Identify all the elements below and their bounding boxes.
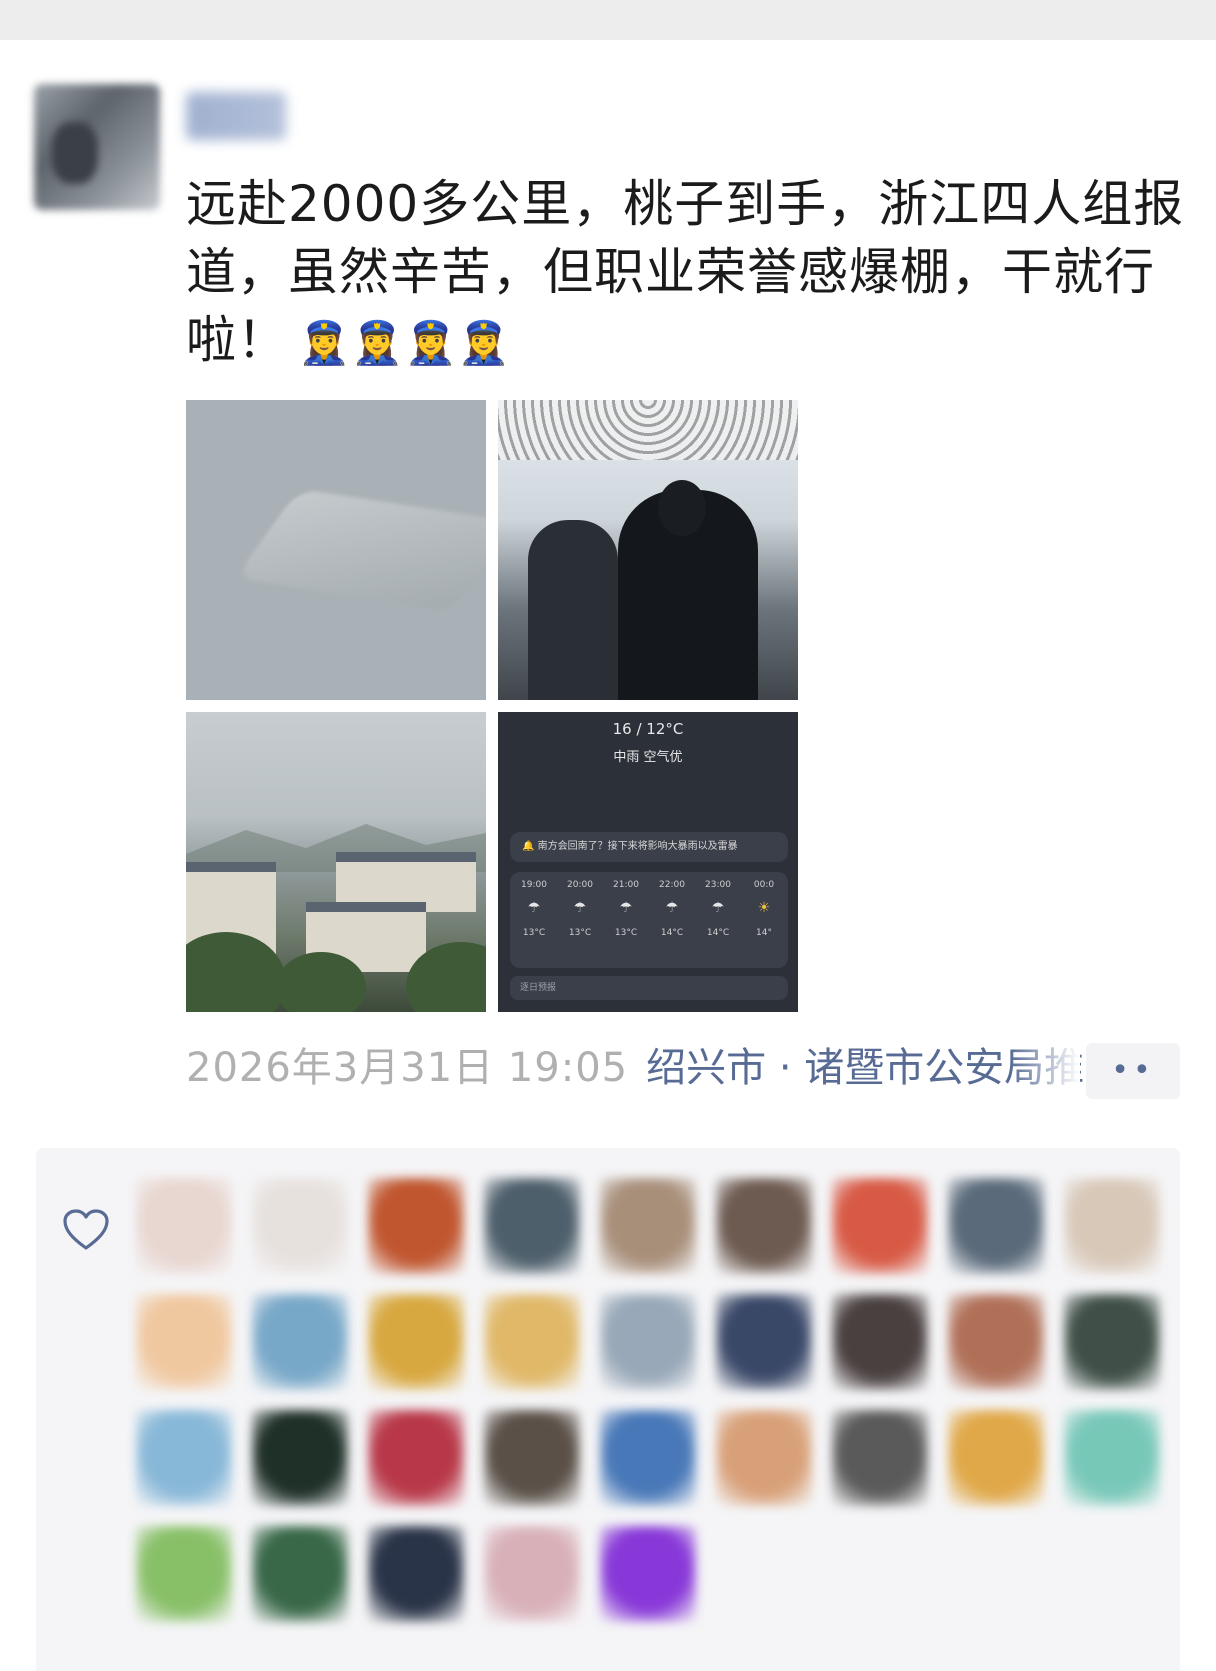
photo-weather-screenshot[interactable]: 16 / 12°C 中雨 空气优 🔔 南方会回南了？接下来将影响大暴雨以及雷暴 … <box>498 712 798 1012</box>
liker-avatar[interactable] <box>948 1178 1044 1274</box>
liker-avatar[interactable] <box>368 1410 464 1506</box>
weather-alert-text: 南方会回南了？接下来将影响大暴雨以及雷暴 <box>537 841 738 852</box>
more-actions-button[interactable]: •• <box>1086 1043 1180 1099</box>
liker-avatar[interactable] <box>484 1294 580 1390</box>
hour-time: 22:00 <box>659 880 685 890</box>
hour-temp: 14°C <box>660 928 684 938</box>
photo-airport-terminal[interactable] <box>498 400 798 700</box>
liker-avatar[interactable] <box>600 1178 696 1274</box>
photo-rainy-town[interactable] <box>186 712 486 1012</box>
liker-avatar[interactable] <box>1064 1294 1160 1390</box>
cloud-rain-icon: ☂ <box>711 900 725 916</box>
hourly-forecast: 19:00 ☂ 13°C 20:00 ☂ 13°C 21:00 ☂ 13°C 2… <box>510 872 788 968</box>
hour-temp: 13°C <box>614 928 638 938</box>
hour-forecast: 22:00 ☂ 14°C <box>652 880 692 938</box>
liker-avatar[interactable] <box>1064 1178 1160 1274</box>
terminal-ceiling-image <box>498 400 798 460</box>
liker-avatar[interactable] <box>136 1178 232 1274</box>
liker-avatar[interactable] <box>832 1178 928 1274</box>
liker-avatar[interactable] <box>600 1410 696 1506</box>
liker-avatar[interactable] <box>716 1178 812 1274</box>
liker-avatar[interactable] <box>136 1410 232 1506</box>
sun-cloud-icon: ☀ <box>757 900 771 916</box>
police-officer-emoji-icon: 👮‍♀️👮‍♀️👮‍♀️👮‍♀️ <box>298 318 512 367</box>
liker-avatar[interactable] <box>600 1294 696 1390</box>
hour-forecast: 00:0 ☀ 14° <box>744 880 784 938</box>
hour-temp: 13°C <box>522 928 546 938</box>
hour-temp: 13°C <box>568 928 592 938</box>
liker-avatar[interactable] <box>484 1178 580 1274</box>
weather-alert: 🔔 南方会回南了？接下来将影响大暴雨以及雷暴 <box>510 832 788 862</box>
poster-avatar[interactable] <box>34 84 160 210</box>
hour-forecast: 19:00 ☂ 13°C <box>514 880 554 938</box>
liker-avatar[interactable] <box>252 1178 348 1274</box>
liker-avatar[interactable] <box>136 1294 232 1390</box>
liker-avatar[interactable] <box>1064 1410 1160 1506</box>
liker-avatar[interactable] <box>252 1526 348 1622</box>
liker-avatar[interactable] <box>484 1526 580 1622</box>
weather-condition: 中雨 空气优 <box>613 750 683 765</box>
liker-avatar[interactable] <box>484 1410 580 1506</box>
post-text: 远赴2000多公里，桃子到手，浙江四人组报道，虽然辛苦，但职业荣誉感爆棚，干就行… <box>186 170 1186 377</box>
liker-avatar[interactable] <box>368 1294 464 1390</box>
hour-time: 19:00 <box>521 880 547 890</box>
hour-temp: 14°C <box>706 928 730 938</box>
liker-avatar[interactable] <box>716 1294 812 1390</box>
liker-avatar[interactable] <box>948 1410 1044 1506</box>
liker-avatar[interactable] <box>136 1526 232 1622</box>
heart-icon <box>63 1209 109 1250</box>
hour-forecast: 21:00 ☂ 13°C <box>606 880 646 938</box>
traveler-head <box>658 480 706 536</box>
alert-icon: 🔔 <box>522 841 538 852</box>
plane-wing-image <box>234 488 486 612</box>
photo-plane-in-fog[interactable] <box>186 400 486 700</box>
liker-avatar[interactable] <box>368 1178 464 1274</box>
liker-avatar[interactable] <box>252 1294 348 1390</box>
cloud-rain-icon: ☂ <box>619 900 633 916</box>
cloud-rain-icon: ☂ <box>665 900 679 916</box>
photo-grid: 16 / 12°C 中雨 空气优 🔔 南方会回南了？接下来将影响大暴雨以及雷暴 … <box>186 400 798 1012</box>
hour-time: 00:0 <box>753 880 775 890</box>
cloud-rain-icon: ☂ <box>573 900 587 916</box>
weather-temperature: 16 / 12°C <box>612 720 684 738</box>
post-timestamp: 2026年3月31日 19:05 <box>186 1045 629 1091</box>
top-bar <box>0 0 1216 40</box>
cloud-rain-icon: ☂ <box>527 900 541 916</box>
liker-avatar[interactable] <box>832 1294 928 1390</box>
hour-time: 21:00 <box>613 880 639 890</box>
hour-time: 20:00 <box>567 880 593 890</box>
hour-time: 23:00 <box>705 880 731 890</box>
liker-avatar[interactable] <box>252 1410 348 1506</box>
weather-footer: 逐日预报 <box>510 976 788 1000</box>
liker-avatar[interactable] <box>368 1526 464 1622</box>
traveler-figure <box>528 520 618 700</box>
liker-avatar[interactable] <box>716 1410 812 1506</box>
poster-nickname-blurred[interactable] <box>186 92 286 140</box>
liker-avatar[interactable] <box>948 1294 1044 1390</box>
hour-forecast: 23:00 ☂ 14°C <box>698 880 738 938</box>
liker-avatar[interactable] <box>600 1526 696 1622</box>
liker-avatar[interactable] <box>832 1410 928 1506</box>
post-meta: 2026年3月31日 19:05 绍兴市 · 诸暨市公安局推 <box>186 1040 1084 1096</box>
likes-panel <box>36 1148 1180 1671</box>
hour-forecast: 20:00 ☂ 13°C <box>560 880 600 938</box>
meta-fade <box>1010 1040 1080 1100</box>
hour-temp: 14° <box>756 928 772 938</box>
